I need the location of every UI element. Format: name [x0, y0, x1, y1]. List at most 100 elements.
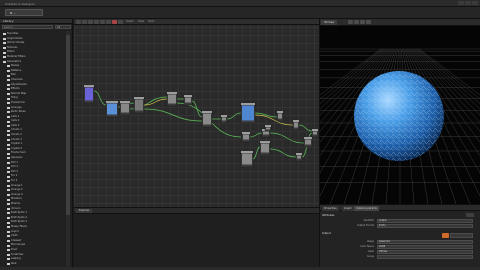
graph-node-header[interactable] — [84, 85, 94, 87]
add-output-icon[interactable] — [442, 233, 449, 238]
graph-tool-button[interactable] — [94, 20, 99, 24]
graph-tool-button[interactable] — [76, 20, 81, 24]
node-link[interactable] — [93, 90, 107, 106]
graph-node-header[interactable] — [184, 95, 192, 97]
graph-node-header[interactable] — [242, 132, 250, 134]
library-scrollbar[interactable] — [66, 31, 70, 269]
graph-node-header[interactable] — [241, 151, 253, 153]
close-button[interactable] — [472, 1, 478, 5]
node-link[interactable] — [143, 98, 168, 106]
folder-icon — [7, 111, 10, 114]
graph-stop-button[interactable] — [112, 20, 117, 24]
prop-field-output-format[interactable]: 8 bits — [377, 224, 473, 228]
folder-icon — [7, 249, 10, 252]
graph-node-header[interactable] — [296, 153, 302, 155]
graph-node-thumbnail[interactable] — [242, 105, 254, 121]
node-graph-canvas[interactable] — [74, 25, 319, 207]
folder-icon — [7, 217, 10, 220]
graph-node-header[interactable] — [120, 101, 130, 103]
graph-node-header[interactable] — [265, 125, 271, 127]
project-tab[interactable]: N ... — [5, 9, 43, 16]
library-search-input[interactable]: Search — [2, 25, 53, 29]
graph-editor[interactable] — [74, 19, 319, 207]
graph-node-header[interactable] — [221, 115, 227, 117]
graph-node-thumbnail[interactable] — [266, 127, 270, 130]
scrollbar-thumb[interactable] — [66, 35, 70, 215]
prop-field-usage[interactable]: baseColor — [377, 240, 473, 244]
graph-node-thumbnail[interactable] — [313, 131, 317, 135]
3d-tool-button[interactable] — [348, 20, 353, 24]
graph-tool-button[interactable] — [106, 20, 111, 24]
graph-toolbar-label[interactable]: Graph — [126, 20, 134, 23]
folder-icon — [7, 253, 10, 256]
graph-node-thumbnail[interactable] — [263, 131, 269, 135]
graph-node-thumbnail[interactable] — [278, 113, 282, 119]
graph-node-thumbnail[interactable] — [305, 139, 311, 145]
graph-node-header[interactable] — [277, 111, 283, 113]
graph-node-thumbnail[interactable] — [297, 155, 301, 159]
graph-node-thumbnail[interactable] — [185, 97, 191, 103]
graph-tool-button[interactable] — [82, 20, 87, 24]
graph-node-thumbnail[interactable] — [203, 113, 211, 125]
library-tree-item[interactable]: Rust — [3, 262, 61, 267]
library-filter-dropdown[interactable]: All — [55, 25, 71, 29]
minimize-button[interactable] — [458, 1, 464, 5]
3d-tool-button[interactable] — [366, 20, 371, 24]
folder-icon — [7, 189, 10, 192]
graph-node-header[interactable] — [293, 120, 299, 122]
tab-graph[interactable]: Graph — [342, 206, 354, 211]
graph-node-thumbnail[interactable] — [222, 117, 226, 121]
tab-instance-params[interactable]: Instance params — [354, 206, 379, 211]
folder-icon — [7, 244, 10, 247]
graph-node-header[interactable] — [134, 97, 144, 99]
graph-node-thumbnail[interactable] — [107, 103, 117, 115]
node-link[interactable] — [269, 148, 297, 158]
library-panel: Library Search All Favorites Graph Items A… — [0, 19, 73, 270]
node-link[interactable] — [249, 132, 263, 138]
graph-tool-button[interactable] — [118, 20, 123, 24]
folder-icon — [7, 143, 10, 146]
graph-node-thumbnail[interactable] — [243, 134, 249, 140]
graph-node-header[interactable] — [106, 101, 118, 103]
prop-field-color-space[interactable]: sRGB — [377, 245, 473, 249]
graph-node-thumbnail[interactable] — [135, 99, 143, 111]
graph-node-thumbnail[interactable] — [168, 94, 176, 104]
3d-viewport[interactable] — [320, 19, 480, 204]
graph-node-thumbnail[interactable] — [261, 143, 269, 153]
node-link[interactable] — [226, 112, 242, 120]
tab-3d-view[interactable]: 3D View — [321, 20, 338, 25]
graph-node-header[interactable] — [202, 111, 212, 113]
graph-node-header[interactable] — [312, 129, 318, 131]
3d-view[interactable]: 3D View — [319, 19, 480, 204]
graph-node-header[interactable] — [167, 92, 177, 94]
graph-node-thumbnail[interactable] — [121, 103, 129, 113]
graph-node-header[interactable] — [241, 103, 255, 105]
3d-tool-button[interactable] — [354, 20, 359, 24]
output-dropdown[interactable] — [450, 233, 473, 238]
prop-field-group[interactable] — [377, 255, 473, 259]
prop-field-identifier[interactable]: output — [377, 219, 473, 223]
graph-node-thumbnail[interactable] — [85, 87, 93, 101]
node-link[interactable] — [269, 132, 305, 144]
node-link[interactable] — [252, 146, 261, 160]
graph-toolbar-label[interactable]: Tools — [148, 20, 154, 23]
graph-tool-button[interactable] — [100, 20, 105, 24]
attributes-toggle-icon[interactable] — [466, 213, 474, 217]
explorer-tabbar: Explorer — [74, 208, 319, 214]
tab-explorer[interactable]: Explorer — [76, 209, 93, 213]
graph-node-thumbnail[interactable] — [242, 153, 252, 165]
prop-field-label[interactable]: Diffuse — [377, 250, 473, 254]
tab-properties[interactable]: Properties — [322, 206, 339, 211]
node-link[interactable] — [298, 124, 313, 132]
node-link[interactable] — [143, 108, 203, 122]
graph-toolbar-label[interactable]: View — [138, 20, 144, 23]
section-output[interactable]: Output — [322, 232, 331, 236]
graph-node-header[interactable] — [304, 137, 312, 139]
graph-tool-button[interactable] — [88, 20, 93, 24]
prop-label: Output Format — [357, 224, 374, 227]
maximize-button[interactable] — [465, 1, 471, 5]
section-attributes[interactable]: Attributes — [322, 214, 334, 218]
graph-node-thumbnail[interactable] — [294, 122, 298, 128]
graph-node-header[interactable] — [260, 141, 270, 143]
3d-tool-button[interactable] — [360, 20, 365, 24]
